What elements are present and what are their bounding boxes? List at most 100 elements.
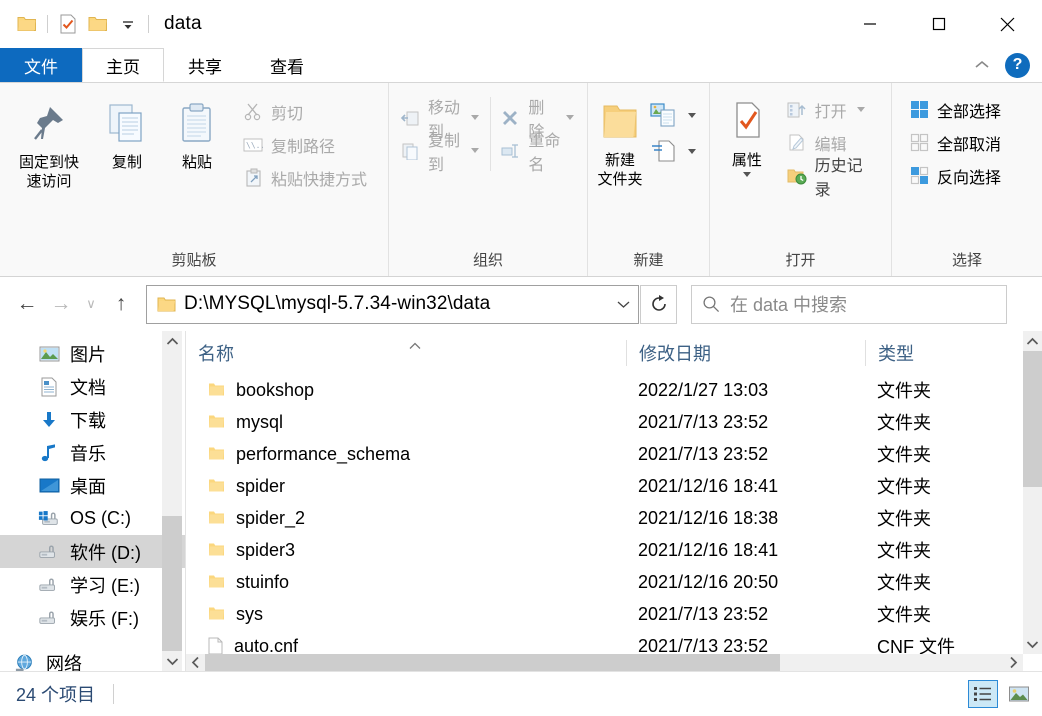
open-icon (786, 99, 808, 121)
nav-item-software-drive[interactable]: 软件 (D:) (0, 535, 185, 568)
qat-divider-1 (47, 15, 48, 33)
navpane-scrollbar[interactable] (162, 331, 182, 671)
open-chevron-down-icon[interactable] (856, 107, 865, 112)
details-view-button[interactable] (968, 680, 998, 708)
back-button[interactable]: ← (10, 287, 44, 321)
table-row[interactable]: bookshop 2022/1/27 13:03 文件夹 (186, 374, 1042, 406)
new-item-chevron-down-icon[interactable] (688, 112, 696, 118)
qat-new-folder-icon[interactable] (83, 9, 113, 39)
nav-label: 娱乐 (F:) (70, 608, 139, 629)
refresh-button[interactable] (640, 284, 677, 324)
column-header-date-modified[interactable]: 修改日期 (626, 339, 865, 366)
file-scroll-thumb[interactable] (1023, 351, 1042, 487)
folder-icon (208, 606, 225, 622)
new-item-button[interactable] (646, 97, 703, 133)
table-row[interactable]: spider 2021/12/16 18:41 文件夹 (186, 470, 1042, 502)
move-to-chevron-down-icon[interactable] (471, 115, 480, 120)
table-row[interactable]: mysql 2021/7/13 23:52 文件夹 (186, 406, 1042, 438)
qat-properties-icon[interactable] (53, 9, 83, 39)
table-row[interactable]: sys 2021/7/13 23:52 文件夹 (186, 598, 1042, 630)
minimize-button[interactable] (835, 0, 904, 48)
maximize-button[interactable] (904, 0, 973, 48)
navpane-scroll-up-button[interactable] (162, 331, 182, 351)
file-name-cell: spider_2 (186, 508, 626, 529)
paste-shortcut-button[interactable]: 粘贴快捷方式 (238, 161, 374, 194)
address-dropdown-chevron-down-icon[interactable] (608, 286, 638, 323)
tab-view[interactable]: 查看 (246, 48, 328, 82)
nav-item-documents[interactable]: 文档 (0, 370, 185, 403)
column-header-name[interactable]: 名称 (186, 340, 626, 366)
paste-button[interactable]: 粘贴 (162, 91, 232, 172)
properties-button[interactable]: 属性 (716, 89, 778, 177)
close-button[interactable] (973, 0, 1042, 48)
file-scroll-up-button[interactable] (1023, 331, 1042, 351)
nav-item-music[interactable]: 音乐 (0, 436, 185, 469)
recent-locations-chevron-down-icon[interactable]: ∨ (78, 287, 104, 321)
network-icon (14, 652, 36, 671)
folder-icon (208, 446, 225, 462)
copy-button[interactable]: 复制 (92, 91, 162, 172)
file-scroll-right-button[interactable] (1004, 654, 1023, 671)
open-button[interactable]: 打开 (782, 93, 885, 126)
table-row[interactable]: performance_schema 2021/7/13 23:52 文件夹 (186, 438, 1042, 470)
pin-label-line2: 速访问 (26, 173, 72, 190)
address-path-box[interactable]: D:\MYSQL\mysql-5.7.34-win32\data (146, 284, 639, 324)
nav-item-os-drive[interactable]: OS (C:) (0, 502, 185, 535)
copy-to-button[interactable]: 复制到 (395, 133, 486, 174)
nav-item-downloads[interactable]: 下载 (0, 403, 185, 436)
copy-path-button[interactable]: \\.. 复制路径 (238, 128, 374, 161)
collapse-ribbon-chevron-up-icon[interactable] (972, 58, 992, 72)
easy-access-button[interactable] (646, 133, 703, 169)
file-list-vertical-scrollbar[interactable] (1023, 331, 1042, 654)
column-header-type[interactable]: 类型 (865, 339, 1042, 366)
system-menu-folder-icon[interactable] (12, 9, 42, 39)
forward-button[interactable]: → (44, 287, 78, 321)
tab-share[interactable]: 共享 (164, 48, 246, 82)
invert-selection-button[interactable]: 反向选择 (904, 159, 1008, 192)
history-button[interactable]: 历史记录 (782, 158, 885, 199)
up-button[interactable]: ↑ (104, 287, 138, 321)
ribbon-group-label-organize: 组织 (472, 252, 503, 269)
help-button[interactable]: ? (1005, 52, 1030, 78)
new-folder-button[interactable]: 新建 文件夹 (594, 89, 646, 189)
large-icons-view-button[interactable] (1004, 680, 1034, 708)
search-input[interactable]: 在 data 中搜索 (730, 291, 847, 317)
rename-button[interactable]: 重命名 (495, 133, 581, 174)
easy-access-chevron-down-icon[interactable] (688, 148, 696, 154)
nav-item-pictures[interactable]: 图片 (0, 337, 185, 370)
nav-item-desktop[interactable]: 桌面 (0, 469, 185, 502)
file-name-text: spider (236, 475, 286, 496)
table-row[interactable]: stuinfo 2021/12/16 20:50 文件夹 (186, 566, 1042, 598)
table-row[interactable]: spider_2 2021/12/16 18:38 文件夹 (186, 502, 1042, 534)
downloads-icon (38, 409, 60, 431)
qat-customize-chevron-down-icon[interactable] (113, 9, 143, 39)
navpane-scroll-thumb[interactable] (162, 516, 182, 651)
file-list-horizontal-scrollbar[interactable] (186, 654, 1023, 671)
file-scroll-down-button[interactable] (1023, 634, 1042, 654)
tab-home[interactable]: 主页 (82, 48, 164, 82)
navpane-scroll-down-button[interactable] (162, 651, 182, 671)
delete-icon (499, 107, 521, 129)
ribbon: 固定到快 速访问 复制 粘贴 剪切 \\. 复制路径 粘贴快捷方式 剪贴板 移动… (0, 82, 1042, 277)
rename-label: 重命名 (528, 132, 561, 174)
navpane-scroll-track[interactable] (162, 351, 182, 651)
nav-item-network[interactable]: 网络 (0, 646, 185, 671)
nav-item-study-drive[interactable]: 学习 (E:) (0, 568, 185, 601)
cut-button[interactable]: 剪切 (238, 95, 374, 128)
delete-chevron-down-icon[interactable] (566, 115, 574, 120)
nav-item-entertainment-drive[interactable]: 娱乐 (F:) (0, 601, 185, 634)
file-hscroll-track[interactable] (205, 654, 1004, 671)
copy-to-chevron-down-icon[interactable] (471, 148, 480, 153)
select-none-button[interactable]: 全部取消 (904, 126, 1008, 159)
file-hscroll-thumb[interactable] (205, 654, 781, 671)
pin-to-quick-access-button[interactable]: 固定到快 速访问 (6, 91, 92, 191)
select-all-button[interactable]: 全部选择 (904, 93, 1008, 126)
search-box[interactable]: 在 data 中搜索 (691, 284, 1007, 324)
folder-icon (208, 510, 225, 526)
properties-chevron-down-icon[interactable] (742, 172, 751, 177)
file-scroll-left-button[interactable] (186, 654, 205, 671)
copy-path-icon: \\.. (242, 134, 264, 156)
tab-file[interactable]: 文件 (0, 48, 82, 82)
file-scroll-track[interactable] (1023, 351, 1042, 634)
table-row[interactable]: spider3 2021/12/16 18:41 文件夹 (186, 534, 1042, 566)
